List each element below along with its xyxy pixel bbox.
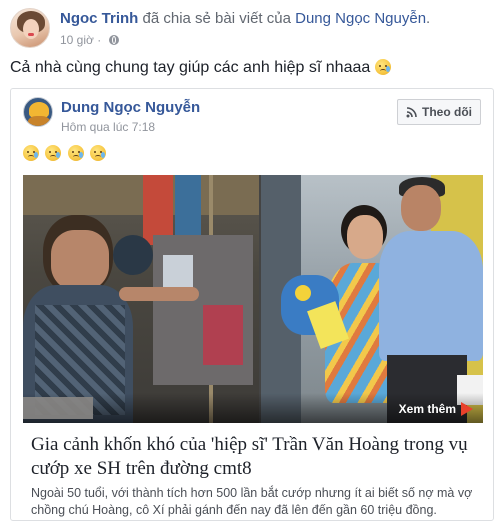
meta-separator: · [97, 33, 102, 47]
blurred-watermark [23, 397, 93, 419]
post-header-line: Ngoc Trinh đã chia sẻ bài viết của Dung … [60, 10, 430, 27]
sad-tear-emoji-icon [374, 59, 391, 75]
share-action-text: đã chia sẻ bài viết của [142, 10, 291, 27]
shared-author-name-link[interactable]: Dung Ngọc Nguyễn [61, 99, 200, 116]
shared-timestamp-link[interactable]: Hôm qua lúc 7:18 [61, 120, 155, 134]
shared-post-card: Dung Ngọc Nguyễn Hôm qua lúc 7:18 Theo d… [10, 88, 494, 521]
shared-author-avatar[interactable] [23, 97, 53, 127]
post-timestamp-link[interactable]: 10 giờ [60, 33, 94, 47]
author-name-link[interactable]: Ngoc Trinh [60, 10, 138, 27]
play-arrow-icon [461, 402, 473, 416]
rss-icon [406, 106, 417, 118]
shared-emoji-row [23, 145, 108, 163]
sad-tear-emoji-icon [67, 145, 84, 161]
follow-button[interactable]: Theo dõi [397, 99, 481, 125]
article-description: Ngoài 50 tuổi, với thành tích hơn 500 lầ… [31, 486, 473, 517]
article-image[interactable]: Xem thêm [23, 175, 483, 423]
post-meta: 10 giờ · [60, 33, 119, 47]
article-title-link[interactable]: Gia cảnh khốn khó của 'hiệp sĩ' Trần Văn… [31, 433, 481, 481]
status-text-row: Cả nhà cùng chung tay giúp các anh hiệp … [10, 59, 393, 77]
header-period: . [426, 10, 431, 27]
see-more-link[interactable]: Xem thêm [399, 402, 473, 416]
author-avatar[interactable] [10, 8, 50, 48]
sad-tear-emoji-icon [23, 145, 39, 161]
status-text: Cả nhà cùng chung tay giúp các anh hiệp … [10, 59, 371, 76]
sad-tear-emoji-icon [90, 145, 107, 161]
sad-tear-emoji-icon [45, 145, 62, 161]
globe-icon[interactable] [108, 35, 119, 45]
shared-from-link[interactable]: Dung Ngọc Nguyễn [295, 10, 426, 27]
article-photo-right [261, 175, 483, 423]
post-header: Ngoc Trinh đã chia sẻ bài viết của Dung … [10, 8, 490, 52]
article-photo-left [23, 175, 259, 423]
see-more-label: Xem thêm [398, 402, 456, 416]
follow-button-label: Theo dõi [422, 105, 472, 119]
